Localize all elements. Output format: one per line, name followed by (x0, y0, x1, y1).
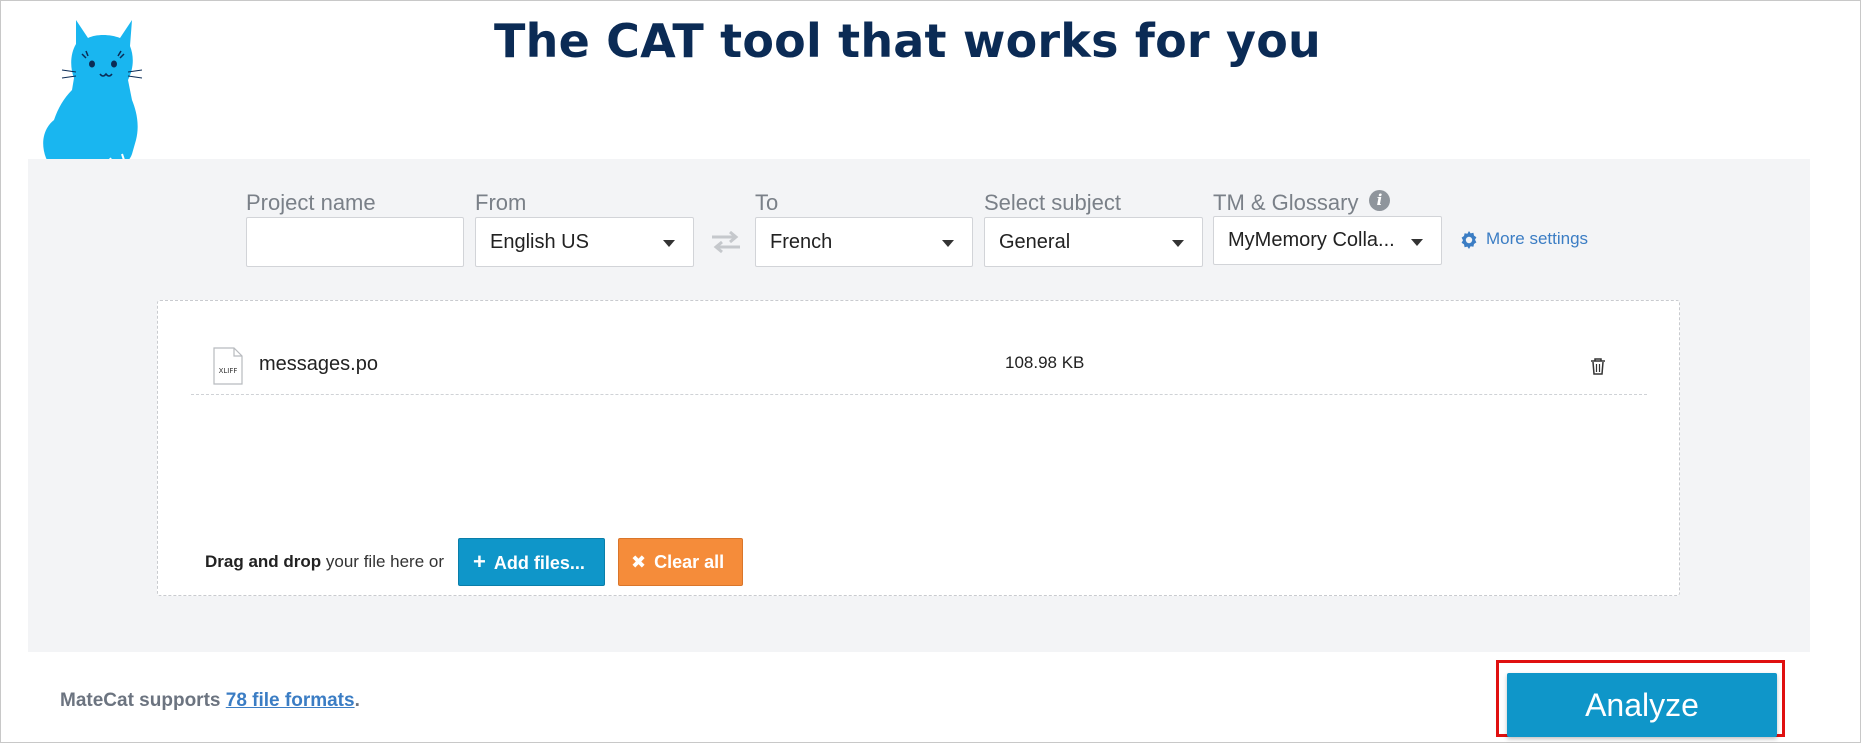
chevron-down-icon (663, 240, 675, 247)
clear-all-button[interactable]: ✖ Clear all (618, 538, 743, 586)
xliff-file-icon: XLIFF (213, 347, 243, 385)
supported-formats-note: MateCat supports 78 file formats. (60, 690, 360, 712)
close-icon: ✖ (631, 552, 647, 572)
tm-glossary-label: TM & Glossary (1213, 190, 1359, 215)
gear-icon[interactable] (1459, 230, 1479, 250)
chevron-down-icon (1411, 239, 1423, 246)
info-icon[interactable]: i (1369, 190, 1390, 211)
file-list-item: XLIFF messages.po 108.98 KB (191, 339, 1647, 395)
target-language-value: French (770, 231, 833, 253)
drag-drop-rest: your file here or (321, 552, 445, 571)
file-size: 108.98 KB (1005, 353, 1085, 372)
plus-icon: + (473, 549, 486, 574)
add-files-label: Add files... (493, 553, 585, 573)
file-formats-link[interactable]: 78 file formats (226, 690, 355, 711)
file-name: messages.po (259, 353, 378, 375)
file-dropzone[interactable]: XLIFF messages.po 108.98 KB Drag and dro… (157, 300, 1680, 596)
subject-value: General (999, 231, 1071, 253)
tm-glossary-value: MyMemory Colla... (1228, 229, 1395, 251)
chevron-down-icon (942, 240, 954, 247)
target-language-select[interactable]: French (755, 217, 973, 267)
file-type-label: XLIFF (219, 367, 238, 375)
support-suffix: . (354, 690, 360, 711)
more-settings-link[interactable]: More settings (1486, 229, 1588, 249)
subject-select[interactable]: General (984, 217, 1203, 267)
drag-drop-hint: Drag and drop your file here or (205, 552, 444, 572)
source-language-value: English US (490, 231, 589, 253)
drag-drop-bold: Drag and drop (205, 552, 322, 571)
chevron-down-icon (1172, 240, 1184, 247)
support-prefix: MateCat supports (60, 690, 226, 711)
source-language-select[interactable]: English US (475, 217, 694, 267)
subject-label: Select subject (984, 190, 1121, 215)
analyze-button[interactable]: Analyze (1507, 673, 1777, 737)
trash-icon[interactable] (1590, 357, 1606, 375)
to-label: To (755, 190, 779, 215)
clear-all-label: Clear all (654, 552, 725, 572)
swap-languages-icon[interactable] (710, 230, 742, 254)
add-files-button[interactable]: + Add files... (458, 538, 605, 586)
project-name-label: Project name (246, 190, 376, 215)
project-name-input[interactable] (246, 217, 464, 267)
from-label: From (475, 190, 527, 215)
page-title: The CAT tool that works for you (494, 14, 1321, 68)
tm-glossary-select[interactable]: MyMemory Colla... (1213, 216, 1442, 265)
